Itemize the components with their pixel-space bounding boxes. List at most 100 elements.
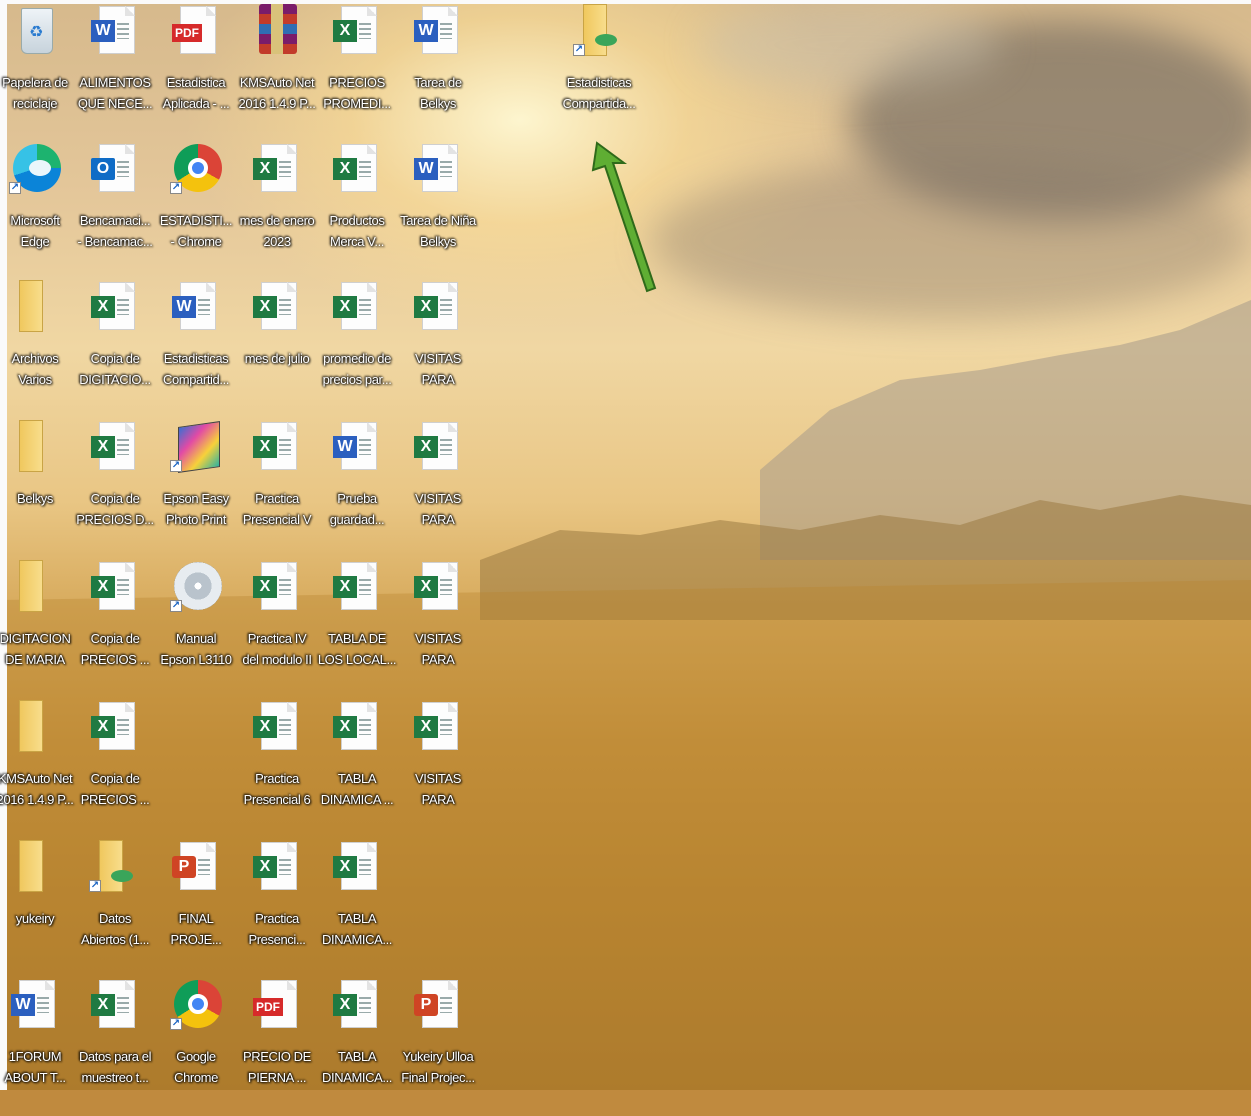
desktop-icon[interactable]: ↗ Manual Epson L3110: [155, 560, 237, 698]
desktop-icon[interactable]: X Practica Presencial V: [236, 420, 318, 558]
desktop-icon[interactable]: PDF Estadistica Aplicada - ...: [155, 4, 237, 142]
desktop-icon-label: ALIMENTOS QUE NECE...: [77, 75, 153, 111]
desktop-icon-label: PRECIOS PROMEDI...: [323, 75, 391, 111]
desktop-icon[interactable]: O Bencamaci... - Bencamac...: [74, 142, 156, 280]
word-document-icon: W: [168, 280, 224, 342]
excel-document-icon: X: [410, 280, 466, 342]
desktop-icon[interactable]: yukeiry: [0, 840, 76, 978]
folder-icon: [7, 700, 63, 762]
excel-document-icon: X: [329, 560, 385, 622]
folder-icon: [7, 560, 63, 622]
excel-document-icon: X: [329, 4, 385, 66]
excel-document-icon: X: [87, 700, 143, 762]
folder-icon: [7, 280, 63, 342]
desktop-icon[interactable]: Xmes de enero 2023: [236, 142, 318, 280]
excel-document-icon: X: [249, 280, 305, 342]
desktop-icon[interactable]: Belkys: [0, 420, 76, 558]
desktop-icon-label: Estadisticas Compartida...: [562, 75, 636, 111]
desktop-icon-label: Tarea de Belkys: [414, 75, 462, 111]
desktop-icon[interactable]: DIGITACION DE MARIA: [0, 560, 76, 698]
desktop-icon[interactable]: ↗ ESTADISTI... - Chrome: [155, 142, 237, 280]
desktop-icon[interactable]: X TABLA DINAMICA...: [316, 840, 398, 978]
desktop-icon[interactable]: P Yukeiry Ulloa Final Projec...: [397, 978, 479, 1116]
desktop-icon[interactable]: W Tarea de Niña Belkys: [397, 142, 479, 280]
desktop-icon-label: Bencamaci... - Bencamac...: [77, 213, 153, 249]
excel-document-icon: X: [249, 142, 305, 204]
desktop-icon[interactable]: ↗ Datos Abiertos (1...: [74, 840, 156, 978]
desktop-icon-label: KMSAuto Net 2016 1.4.9 P...: [0, 771, 74, 807]
desktop-icon-label: Copia de PRECIOS D...: [76, 491, 154, 527]
desktop-icon-label: TABLA DE LOS LOCAL...: [317, 631, 397, 667]
desktop-icon-label: Epson Easy Photo Print: [163, 491, 229, 527]
desktop-icon-label: ESTADISTI... - Chrome: [159, 213, 233, 249]
desktop-icon[interactable]: W ALIMENTOS QUE NECE...: [74, 4, 156, 142]
desktop-icon-label: yukeiry: [15, 911, 55, 926]
folder-icon: [7, 840, 63, 902]
desktop-icon-label: TABLA DINAMICA...: [322, 911, 392, 947]
edge-browser-icon: ↗: [7, 142, 63, 204]
powerpoint-document-icon: P: [410, 978, 466, 1040]
desktop-icon[interactable]: X Copia de PRECIOS D...: [74, 420, 156, 558]
desktop-icon-label: Archivos Varios: [11, 351, 59, 387]
desktop-icon-label: Datos Abiertos (1...: [80, 911, 150, 947]
desktop-icon[interactable]: X VISITAS PARA FRANCIS OAI: [397, 700, 479, 838]
desktop-icon[interactable]: Archivos Varios: [0, 280, 76, 418]
desktop-icon[interactable]: KMSAuto Net 2016 1.4.9 P...: [236, 4, 318, 142]
desktop-icon-label: Practica Presencial 6: [243, 771, 311, 807]
desktop-icon-label: VISITAS PARA FRANCIS OAI: [414, 771, 462, 807]
desktop-icon[interactable]: X Productos Merca V...: [316, 142, 398, 280]
desktop-icon[interactable]: PDF PRECIO DE PIERNA ...: [236, 978, 318, 1116]
desktop-icon[interactable]: W 1FORUM ABOUT T...: [0, 978, 76, 1116]
excel-document-icon: X: [87, 420, 143, 482]
desktop-icon-label: Copia de DIGITACIO...: [79, 351, 151, 387]
chrome-shortcut-icon: ↗: [168, 142, 224, 204]
excel-document-icon: X: [410, 700, 466, 762]
desktop-icon-label: mes de enero 2023: [239, 213, 315, 249]
excel-document-icon: X: [87, 978, 143, 1040]
desktop-icon-label: TABLA DINAMICA...: [322, 1049, 392, 1085]
desktop-icon[interactable]: Xmes de julio: [236, 280, 318, 418]
excel-document-icon: X: [329, 280, 385, 342]
desktop-icon[interactable]: P FINAL PROJE...: [155, 840, 237, 978]
desktop-icon[interactable]: Xpromedio de precios par...: [316, 280, 398, 418]
desktop-icon-label: VISITAS PARA FRANCIS E...: [414, 491, 462, 527]
desktop-icon[interactable]: X VISITAS PARA Felix FEBRE...: [397, 280, 479, 418]
desktop-icon-label: DIGITACION DE MARIA: [0, 631, 71, 667]
folder-shortcut-icon: ↗: [87, 840, 143, 902]
desktop-icon-label: Productos Merca V...: [329, 213, 385, 249]
desktop-icon[interactable]: X Practica IV del modulo II: [236, 560, 318, 698]
desktop-icon[interactable]: X Practica Presenci...: [236, 840, 318, 978]
desktop-icon[interactable]: KMSAuto Net 2016 1.4.9 P...: [0, 700, 76, 838]
desktop-icon[interactable]: X Copia de DIGITACIO...: [74, 280, 156, 418]
desktop-icon[interactable]: ♻ Papelera de reciclaje: [0, 4, 76, 142]
desktop-icon[interactable]: X PRECIOS PROMEDI...: [316, 4, 398, 142]
desktop-icon[interactable]: X Copia de PRECIOS ...: [74, 700, 156, 838]
desktop-icon-label: 1FORUM ABOUT T...: [4, 1049, 66, 1085]
desktop-icon[interactable]: ↗ Google Chrome: [155, 978, 237, 1116]
desktop-icon-label: Google Chrome: [174, 1049, 218, 1085]
desktop-icon[interactable]: W Estadisticas Compartid...: [155, 280, 237, 418]
desktop-icon-label: KMSAuto Net 2016 1.4.9 P...: [238, 75, 316, 111]
powerpoint-document-icon: P: [168, 840, 224, 902]
word-document-icon: W: [410, 4, 466, 66]
desktop-icon-label: Microsoft Edge: [10, 213, 60, 249]
desktop-icon-label: Practica Presenci...: [248, 911, 306, 947]
desktop-icon[interactable]: ↗ Epson Easy Photo Print: [155, 420, 237, 558]
desktop-icon[interactable]: X TABLA DINAMICA...: [316, 978, 398, 1116]
word-document-icon: W: [87, 4, 143, 66]
desktop-icon[interactable]: W Prueba guardad...: [316, 420, 398, 558]
desktop-icon[interactable]: X TABLA DINAMICA ...: [316, 700, 398, 838]
desktop-icon-label: FINAL PROJE...: [170, 911, 222, 947]
desktop-icon[interactable]: X VISITAS PARA FRANCIS O...: [397, 560, 479, 698]
desktop-icon[interactable]: ↗ Estadisticas Compartida...: [558, 4, 640, 142]
desktop-icon[interactable]: X Practica Presencial 6: [236, 700, 318, 838]
excel-document-icon: X: [329, 142, 385, 204]
desktop-icon[interactable]: W Tarea de Belkys: [397, 4, 479, 142]
desktop-icon[interactable]: X Datos para el muestreo t...: [74, 978, 156, 1116]
excel-document-icon: X: [87, 560, 143, 622]
desktop-icon[interactable]: X Copia de PRECIOS ...: [74, 560, 156, 698]
desktop-icon[interactable]: X VISITAS PARA FRANCIS E...: [397, 420, 479, 558]
desktop-icon[interactable]: ↗ Microsoft Edge: [0, 142, 76, 280]
desktop-icon[interactable]: X TABLA DE LOS LOCAL...: [316, 560, 398, 698]
excel-document-icon: X: [87, 280, 143, 342]
